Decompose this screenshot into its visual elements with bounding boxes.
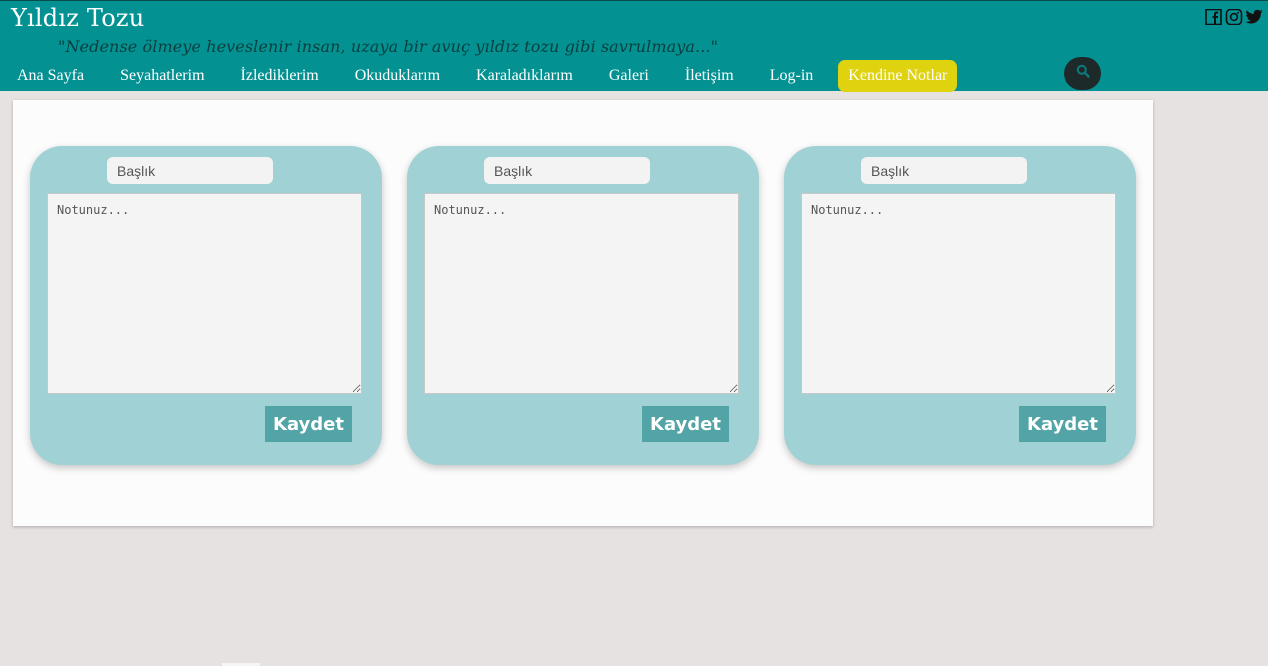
note-body-textarea[interactable]: [801, 193, 1116, 394]
search-icon: [1076, 64, 1090, 83]
social-links: [1205, 8, 1263, 26]
note-title-input[interactable]: [107, 157, 273, 184]
nav-item-seyahatlerim[interactable]: Seyahatlerim: [102, 60, 222, 92]
nav-item-okuduklarim[interactable]: Okuduklarım: [337, 60, 458, 92]
instagram-icon[interactable]: [1225, 8, 1243, 26]
note-title-input[interactable]: [861, 157, 1027, 184]
site-title[interactable]: Yıldız Tozu: [11, 4, 144, 32]
nav-item-izlediklerim[interactable]: İzlediklerim: [223, 60, 337, 92]
save-button[interactable]: Kaydet: [1019, 406, 1106, 442]
site-tagline: "Nedense ölmeye heveslenir insan, uzaya …: [58, 37, 719, 56]
note-card: Kaydet: [30, 146, 382, 465]
nav-item-iletisim[interactable]: İletişim: [667, 60, 752, 92]
facebook-icon[interactable]: [1205, 8, 1223, 26]
nav-item-karaladiklarim[interactable]: Karaladıklarım: [458, 60, 591, 92]
twitter-icon[interactable]: [1245, 9, 1263, 25]
nav-item-ana-sayfa[interactable]: Ana Sayfa: [0, 60, 102, 92]
search-button[interactable]: [1064, 57, 1101, 90]
note-card: Kaydet: [407, 146, 759, 465]
save-button[interactable]: Kaydet: [265, 406, 352, 442]
nav-item-kendine-notlar[interactable]: Kendine Notlar: [838, 60, 958, 92]
nav-item-galeri[interactable]: Galeri: [591, 60, 667, 92]
note-card: Kaydet: [784, 146, 1136, 465]
note-body-textarea[interactable]: [47, 193, 362, 394]
note-title-input[interactable]: [484, 157, 650, 184]
nav-item-log-in[interactable]: Log-in: [752, 60, 832, 92]
save-button[interactable]: Kaydet: [642, 406, 729, 442]
main-nav: Ana Sayfa Seyahatlerim İzlediklerim Okud…: [0, 60, 958, 92]
note-body-textarea[interactable]: [424, 193, 739, 394]
